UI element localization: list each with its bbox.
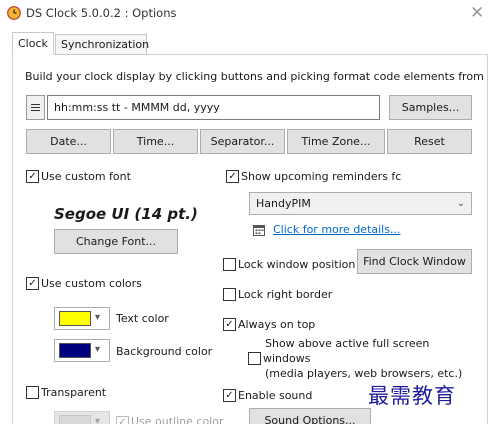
watermark-text: 最需教育: [368, 384, 456, 408]
use-custom-colors-label: Use custom colors: [41, 277, 142, 290]
close-icon[interactable]: ✕: [470, 3, 484, 23]
instructions-text: Build your clock display by clicking but…: [25, 70, 484, 83]
change-font-button[interactable]: Change Font...: [54, 229, 178, 254]
enable-sound-label: Enable sound: [238, 389, 313, 402]
chevron-down-icon: ▾: [95, 416, 101, 424]
window-title: DS Clock 5.0.0.2 : Options: [26, 6, 177, 20]
use-custom-font-label: Use custom font: [41, 170, 131, 183]
lock-window-position-label: Lock window position: [238, 258, 356, 271]
show-reminders-label: Show upcoming reminders fc: [241, 170, 402, 183]
separator-button[interactable]: Separator...: [200, 129, 285, 154]
outline-color-swatch: [59, 415, 91, 424]
use-custom-font-checkbox[interactable]: ✓: [26, 170, 39, 183]
lock-right-border-label: Lock right border: [238, 288, 333, 301]
background-color-label: Background color: [116, 345, 213, 358]
tab-synchronization[interactable]: Synchronization: [55, 34, 149, 55]
show-above-fullscreen-line3: (media players, web browsers, etc.): [265, 367, 463, 380]
show-reminders-checkbox[interactable]: ✓: [226, 170, 239, 183]
clock-app-icon: [7, 6, 21, 20]
use-outline-color-label: Use outline color: [131, 415, 224, 424]
text-color-label: Text color: [116, 312, 169, 325]
use-outline-color-checkbox[interactable]: ✓: [116, 416, 129, 424]
format-list-icon[interactable]: [26, 95, 45, 120]
show-above-fullscreen-line2: windows: [263, 352, 311, 365]
lock-window-position-checkbox[interactable]: [223, 258, 236, 271]
font-preview: Segoe UI (14 pt.): [54, 205, 198, 223]
time-button[interactable]: Time...: [113, 129, 198, 154]
background-color-picker[interactable]: ▾: [54, 339, 110, 362]
always-on-top-label: Always on top: [238, 318, 316, 331]
reset-button[interactable]: Reset: [387, 129, 472, 154]
show-above-fullscreen-line1: Show above active full screen: [265, 337, 430, 350]
transparent-label: Transparent: [41, 386, 107, 399]
lock-right-border-checkbox[interactable]: [223, 288, 236, 301]
more-details-link[interactable]: Click for more details...: [273, 223, 400, 236]
background-color-swatch: [59, 343, 91, 358]
show-above-fullscreen-checkbox[interactable]: [248, 352, 261, 365]
reminders-source-select[interactable]: HandyPIM ⌄: [249, 192, 472, 215]
format-code-input[interactable]: hh:mm:ss tt - MMMM dd, yyyy: [47, 95, 380, 120]
samples-button[interactable]: Samples...: [389, 95, 472, 120]
outline-color-picker[interactable]: ▾: [54, 411, 110, 424]
chevron-down-icon: ▾: [95, 312, 101, 323]
calendar-icon: [253, 225, 265, 236]
find-clock-window-button[interactable]: Find Clock Window: [357, 249, 472, 274]
use-custom-colors-checkbox[interactable]: ✓: [26, 277, 39, 290]
transparent-checkbox[interactable]: [26, 386, 39, 399]
date-button[interactable]: Date...: [26, 129, 111, 154]
always-on-top-checkbox[interactable]: ✓: [223, 318, 236, 331]
tab-clock[interactable]: Clock: [12, 32, 54, 55]
timezone-button[interactable]: Time Zone...: [287, 129, 385, 154]
chevron-down-icon: ▾: [95, 344, 101, 355]
title-bar: DS Clock 5.0.0.2 : Options ✕: [0, 0, 489, 28]
chevron-down-icon: ⌄: [456, 198, 465, 209]
sound-options-button[interactable]: Sound Options...: [249, 408, 371, 424]
reminders-source-value: HandyPIM: [256, 197, 311, 210]
text-color-swatch: [59, 311, 91, 326]
enable-sound-checkbox[interactable]: ✓: [223, 389, 236, 402]
text-color-picker[interactable]: ▾: [54, 307, 110, 330]
